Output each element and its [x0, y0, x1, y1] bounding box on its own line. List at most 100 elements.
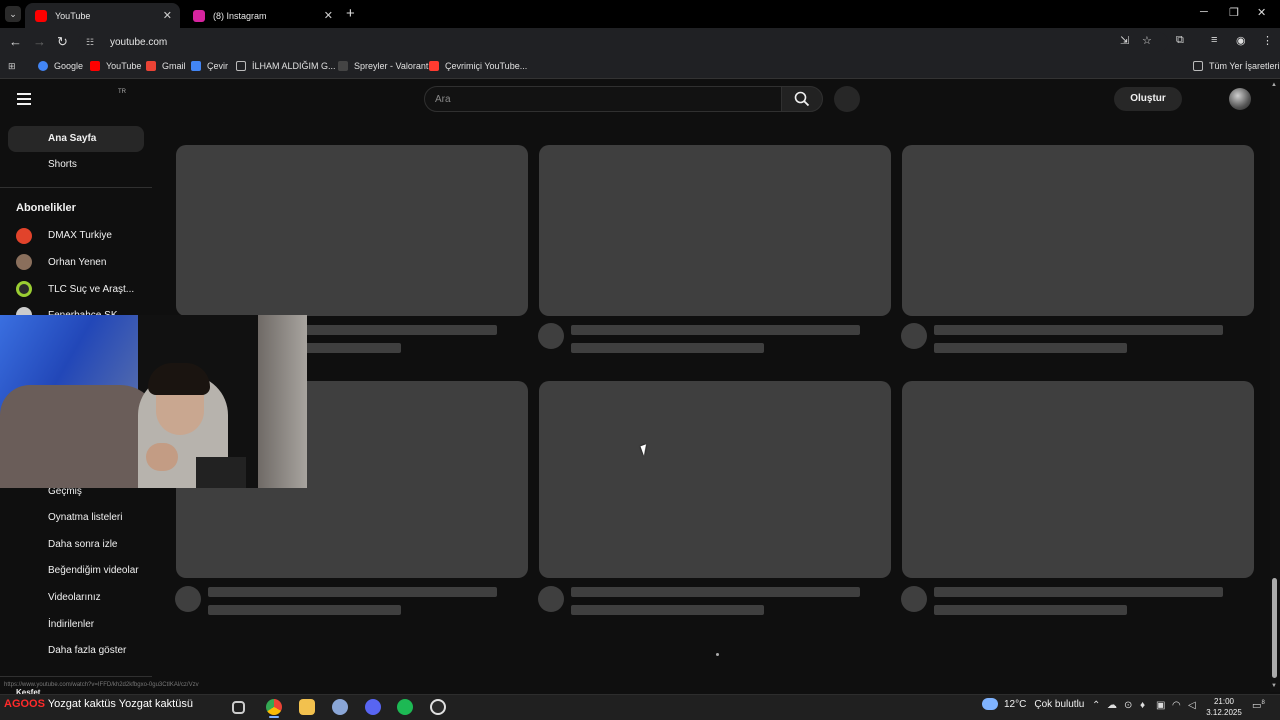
sidebar-item-liked-videos[interactable]: Beğendiğim videolar [8, 558, 144, 584]
search-input[interactable]: Ara [424, 86, 782, 112]
translate-icon [191, 61, 201, 71]
meta-placeholder [934, 605, 1127, 615]
volume-icon[interactable]: ◁ [1188, 700, 1196, 711]
bookmark-youtube-tool[interactable]: Çevrimiçi YouTube... [429, 61, 527, 71]
install-app-icon[interactable]: ⇲ [1120, 34, 1129, 47]
more-menu-icon[interactable]: ⋮ [1262, 34, 1273, 47]
microphone-icon[interactable]: ♦ [1140, 700, 1145, 711]
sidebar-item-shorts[interactable]: Shorts [8, 152, 144, 178]
gmail-icon [146, 61, 156, 71]
sidebar-item-home[interactable]: Ana Sayfa [8, 126, 144, 152]
channel-avatar [16, 228, 32, 244]
status-url: https://www.youtube.com/watch?v=IFFD/kh2… [4, 682, 199, 688]
discord-icon[interactable] [365, 699, 381, 715]
video-thumbnail-placeholder[interactable] [539, 381, 891, 578]
tab-instagram[interactable]: (8) Instagram ✕ [183, 3, 341, 28]
network-app-icon[interactable]: ☁ [1107, 700, 1117, 711]
folder-icon [236, 61, 246, 71]
video-thumbnail-placeholder[interactable] [176, 145, 528, 316]
chrome-icon[interactable] [266, 699, 282, 715]
webcam-chair [196, 457, 246, 488]
create-button[interactable]: Oluştur [1114, 87, 1182, 111]
restore-icon[interactable]: ❐ [1229, 6, 1239, 19]
video-thumbnail-placeholder[interactable] [902, 381, 1254, 578]
tab-search-icon[interactable]: ⌄ [5, 6, 21, 22]
close-tab-icon[interactable]: ✕ [324, 9, 333, 22]
meta-placeholder [934, 343, 1127, 353]
bookmark-youtube[interactable]: YouTube [90, 61, 141, 71]
sidebar-item-downloads[interactable]: İndirilenler [8, 612, 144, 638]
title-placeholder [208, 587, 497, 597]
system-clock[interactable]: 21:00 3.12.2025 [1202, 696, 1246, 718]
sidebar-item-dmax[interactable]: DMAX Turkiye [48, 230, 112, 241]
webcam-overlay [0, 315, 307, 488]
active-app-indicator [269, 716, 279, 718]
meta-placeholder [571, 343, 764, 353]
address-bar[interactable]: ☷ youtube.com [78, 32, 1168, 52]
weather-widget[interactable]: 12°C Çok bulutlu [982, 698, 1084, 710]
chevron-up-icon[interactable]: ⌃ [1092, 700, 1100, 711]
close-tab-icon[interactable]: ✕ [163, 9, 172, 22]
back-icon[interactable]: ← [9, 34, 22, 49]
minimize-icon[interactable]: ─ [1200, 6, 1208, 18]
media-controls-icon[interactable]: ≡ [1211, 34, 1217, 46]
bookmark-translate[interactable]: Çevir [191, 61, 228, 71]
sidebar-item-tlc[interactable]: TLC Suç ve Araşt... [48, 284, 134, 295]
scroll-down-icon[interactable]: ▼ [1271, 683, 1277, 689]
apps-grid-icon[interactable]: ⊞ [8, 61, 16, 72]
stream-overlay-message: Yozgat kaktüs Yozgat kaktüsü [47, 698, 193, 710]
plus-icon[interactable]: + [346, 5, 355, 22]
voice-search-button[interactable] [834, 86, 860, 112]
title-placeholder [934, 325, 1223, 335]
account-avatar[interactable] [1229, 88, 1251, 110]
title-placeholder [934, 587, 1223, 597]
spotify-icon[interactable] [397, 699, 413, 715]
bookmark-valorant[interactable]: Spreyler - Valorant [338, 61, 428, 71]
channel-avatar-placeholder [538, 323, 564, 349]
sidebar-divider [0, 187, 152, 188]
clock-date: 3.12.2025 [1206, 708, 1242, 717]
tray-app-icon[interactable]: ▣ [1156, 700, 1165, 711]
bookmark-folder[interactable]: İLHAM ALDIĞIM G... [236, 61, 336, 71]
stream-overlay-text: AGOOS Yozgat kaktüs Yozgat kaktüsü [4, 698, 193, 710]
notification-icon[interactable]: ▭8 [1252, 700, 1265, 711]
obs-icon[interactable] [430, 699, 446, 715]
folder-icon [1193, 61, 1203, 71]
webcam-person-hand [146, 443, 178, 471]
weather-desc: Çok bulutlu [1034, 698, 1085, 710]
search-button[interactable] [781, 86, 823, 112]
video-thumbnail-placeholder[interactable] [539, 145, 891, 316]
bookmark-gmail[interactable]: Gmail [146, 61, 186, 71]
instagram-favicon-icon [193, 9, 205, 22]
scroll-up-icon[interactable]: ▲ [1271, 82, 1277, 88]
profile-icon[interactable]: ◉ [1236, 34, 1246, 47]
menu-icon[interactable] [17, 93, 31, 108]
wifi-icon[interactable]: ◠ [1172, 700, 1181, 711]
extensions-icon[interactable]: ⧉ [1176, 34, 1184, 47]
all-bookmarks[interactable]: Tüm Yer İşaretleri [1193, 61, 1280, 71]
reload-icon[interactable]: ↻ [57, 34, 68, 50]
video-thumbnail-placeholder[interactable] [902, 145, 1254, 316]
forward-icon[interactable]: → [33, 34, 46, 49]
tray-app-icon[interactable]: ⊙ [1124, 700, 1132, 711]
tab-youtube[interactable]: YouTube ✕ [25, 3, 180, 28]
task-view-icon[interactable] [232, 701, 245, 714]
bookmark-google[interactable]: Google [38, 61, 83, 71]
sidebar-item-your-videos[interactable]: Videolarınız [8, 585, 144, 611]
sidebar-item-orhan-yenen[interactable]: Orhan Yenen [48, 257, 106, 268]
file-explorer-icon[interactable] [299, 699, 315, 715]
site-info-icon[interactable]: ☷ [86, 37, 100, 48]
close-window-icon[interactable]: ✕ [1257, 6, 1266, 19]
google-icon [38, 61, 48, 71]
sidebar-item-playlists[interactable]: Oynatma listeleri [8, 505, 144, 531]
sidebar-item-show-more[interactable]: Daha fazla göster [8, 638, 144, 664]
riot-client-icon[interactable] [332, 699, 348, 715]
meta-placeholder [208, 605, 401, 615]
channel-avatar-placeholder [175, 586, 201, 612]
clock-time: 21:00 [1213, 697, 1235, 706]
bookmark-star-icon[interactable]: ☆ [1142, 34, 1152, 47]
webcam-background [258, 315, 307, 488]
sidebar-item-watch-later[interactable]: Daha sonra izle [8, 532, 144, 558]
bookmarks-bar: ⊞ Google YouTube Gmail Çevir İLHAM ALDIĞ… [0, 56, 1280, 79]
page-scrollbar-thumb[interactable] [1272, 578, 1277, 678]
